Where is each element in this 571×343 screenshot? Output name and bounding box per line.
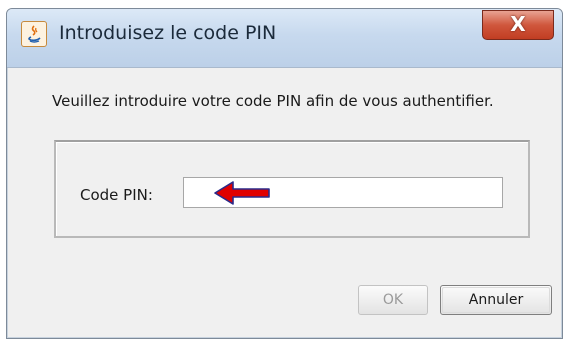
close-icon: X: [510, 12, 526, 36]
pin-label: Code PIN:: [80, 186, 153, 204]
instruction-text: Veuillez introduire votre code PIN afin …: [52, 92, 494, 110]
title-bar[interactable]: Introduisez le code PIN X: [7, 9, 562, 68]
ok-button[interactable]: OK: [358, 285, 428, 315]
close-button[interactable]: X: [482, 10, 554, 40]
window-title: Introduisez le code PIN: [59, 22, 277, 44]
java-app-icon: [21, 21, 47, 47]
red-arrow-icon: [214, 181, 270, 205]
cancel-button[interactable]: Annuler: [440, 285, 552, 315]
